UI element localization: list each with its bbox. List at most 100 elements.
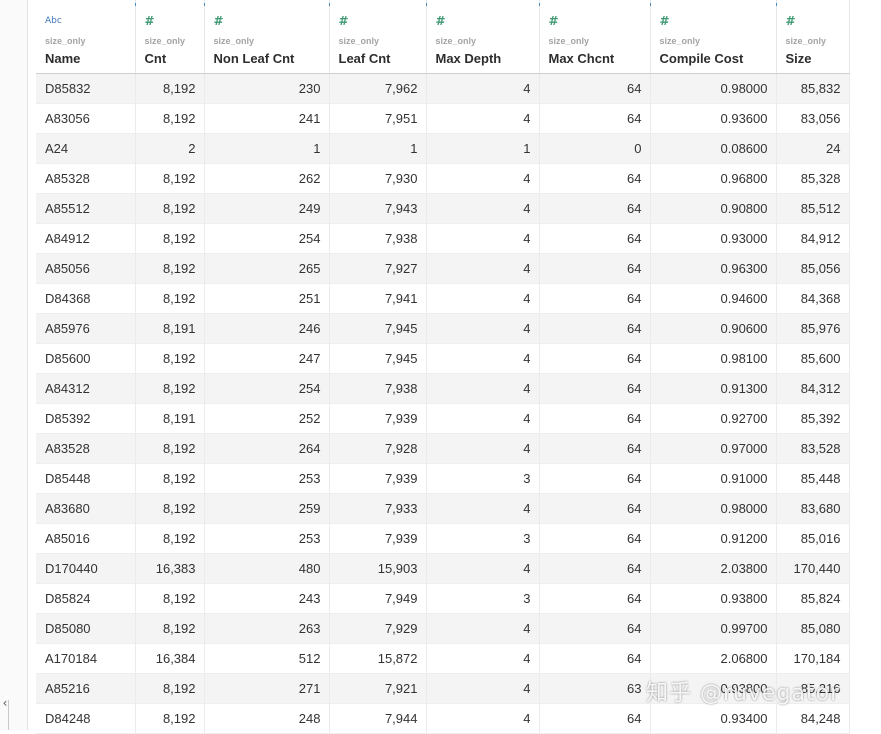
- cell-name[interactable]: D85080: [36, 613, 136, 644]
- cell-leaf-cnt[interactable]: 7,927: [329, 253, 427, 284]
- cell-max-depth[interactable]: 4: [426, 343, 540, 374]
- cell-compile-cost[interactable]: 0.91200: [650, 523, 777, 554]
- table-row[interactable]: A85016 8,192 253 7,939 3 64 0.91200 85,016: [36, 523, 850, 554]
- cell-name[interactable]: D85824: [36, 583, 136, 614]
- cell-max-depth[interactable]: 4: [426, 253, 540, 284]
- cell-compile-cost[interactable]: 0.91000: [650, 463, 777, 494]
- cell-max-depth[interactable]: 4: [426, 553, 540, 584]
- cell-non-leaf-cnt[interactable]: 1: [204, 133, 330, 164]
- cell-non-leaf-cnt[interactable]: 243: [204, 583, 330, 614]
- cell-max-chcnt[interactable]: 64: [539, 253, 651, 284]
- cell-max-depth[interactable]: 3: [426, 523, 540, 554]
- cell-max-chcnt[interactable]: 64: [539, 583, 651, 614]
- cell-compile-cost[interactable]: 0.92700: [650, 403, 777, 434]
- cell-cnt[interactable]: 8,192: [135, 613, 205, 644]
- column-header-max-chcnt[interactable]: # size_only Max Chcnt: [539, 0, 651, 74]
- cell-non-leaf-cnt[interactable]: 252: [204, 403, 330, 434]
- cell-size[interactable]: 85,600: [776, 343, 850, 374]
- cell-max-depth[interactable]: 4: [426, 223, 540, 254]
- cell-cnt[interactable]: 8,192: [135, 163, 205, 194]
- table-row[interactable]: D85448 8,192 253 7,939 3 64 0.91000 85,448: [36, 463, 850, 494]
- cell-leaf-cnt[interactable]: 7,921: [329, 673, 427, 704]
- table-row[interactable]: D85392 8,191 252 7,939 4 64 0.92700 85,392: [36, 403, 850, 434]
- cell-size[interactable]: 84,312: [776, 373, 850, 404]
- cell-compile-cost[interactable]: 0.97000: [650, 433, 777, 464]
- cell-non-leaf-cnt[interactable]: 248: [204, 703, 330, 734]
- cell-name[interactable]: A83528: [36, 433, 136, 464]
- column-header-max-depth[interactable]: # size_only Max Depth: [426, 0, 540, 74]
- cell-cnt[interactable]: 8,192: [135, 193, 205, 224]
- cell-leaf-cnt[interactable]: 7,939: [329, 403, 427, 434]
- cell-size[interactable]: 84,368: [776, 283, 850, 314]
- cell-size[interactable]: 85,392: [776, 403, 850, 434]
- cell-non-leaf-cnt[interactable]: 254: [204, 373, 330, 404]
- cell-non-leaf-cnt[interactable]: 259: [204, 493, 330, 524]
- cell-compile-cost[interactable]: 0.99700: [650, 613, 777, 644]
- cell-max-chcnt[interactable]: 64: [539, 163, 651, 194]
- cell-max-chcnt[interactable]: 64: [539, 283, 651, 314]
- cell-compile-cost[interactable]: 0.94600: [650, 283, 777, 314]
- table-row[interactable]: A85056 8,192 265 7,927 4 64 0.96300 85,056: [36, 253, 850, 284]
- cell-max-chcnt[interactable]: 63: [539, 673, 651, 704]
- cell-name[interactable]: A170184: [36, 643, 136, 674]
- cell-compile-cost[interactable]: 0.96800: [650, 163, 777, 194]
- table-row[interactable]: D85824 8,192 243 7,949 3 64 0.93800 85,824: [36, 583, 850, 614]
- column-header-cnt[interactable]: # size_only Cnt: [135, 0, 205, 74]
- cell-name[interactable]: D85392: [36, 403, 136, 434]
- cell-non-leaf-cnt[interactable]: 264: [204, 433, 330, 464]
- cell-leaf-cnt[interactable]: 7,929: [329, 613, 427, 644]
- cell-max-chcnt[interactable]: 64: [539, 103, 651, 134]
- cell-max-chcnt[interactable]: 64: [539, 703, 651, 734]
- cell-max-chcnt[interactable]: 64: [539, 553, 651, 584]
- cell-name[interactable]: A85512: [36, 193, 136, 224]
- column-header-non-leaf-cnt[interactable]: # size_only Non Leaf Cnt: [204, 0, 330, 74]
- cell-non-leaf-cnt[interactable]: 480: [204, 553, 330, 584]
- cell-compile-cost[interactable]: 0.91300: [650, 373, 777, 404]
- cell-cnt[interactable]: 2: [135, 133, 205, 164]
- cell-max-depth[interactable]: 4: [426, 403, 540, 434]
- cell-cnt[interactable]: 8,192: [135, 523, 205, 554]
- table-row[interactable]: D84368 8,192 251 7,941 4 64 0.94600 84,368: [36, 283, 850, 314]
- cell-size[interactable]: 85,824: [776, 583, 850, 614]
- cell-size[interactable]: 85,448: [776, 463, 850, 494]
- column-header-leaf-cnt[interactable]: # size_only Leaf Cnt: [329, 0, 427, 74]
- cell-leaf-cnt[interactable]: 1: [329, 133, 427, 164]
- cell-name[interactable]: D85832: [36, 73, 136, 104]
- cell-non-leaf-cnt[interactable]: 241: [204, 103, 330, 134]
- cell-name[interactable]: A84912: [36, 223, 136, 254]
- cell-name[interactable]: A85056: [36, 253, 136, 284]
- column-header-compile-cost[interactable]: # size_only Compile Cost: [650, 0, 777, 74]
- cell-cnt[interactable]: 8,191: [135, 403, 205, 434]
- cell-compile-cost[interactable]: 0.98000: [650, 73, 777, 104]
- cell-max-chcnt[interactable]: 64: [539, 643, 651, 674]
- cell-max-chcnt[interactable]: 64: [539, 523, 651, 554]
- cell-non-leaf-cnt[interactable]: 249: [204, 193, 330, 224]
- cell-leaf-cnt[interactable]: 7,943: [329, 193, 427, 224]
- cell-non-leaf-cnt[interactable]: 251: [204, 283, 330, 314]
- cell-leaf-cnt[interactable]: 7,962: [329, 73, 427, 104]
- cell-max-chcnt[interactable]: 64: [539, 223, 651, 254]
- cell-max-depth[interactable]: 4: [426, 193, 540, 224]
- cell-cnt[interactable]: 8,192: [135, 253, 205, 284]
- cell-max-depth[interactable]: 1: [426, 133, 540, 164]
- cell-max-depth[interactable]: 4: [426, 103, 540, 134]
- table-row[interactable]: D85600 8,192 247 7,945 4 64 0.98100 85,600: [36, 343, 850, 374]
- cell-cnt[interactable]: 8,192: [135, 283, 205, 314]
- cell-cnt[interactable]: 8,192: [135, 103, 205, 134]
- cell-compile-cost[interactable]: 0.96300: [650, 253, 777, 284]
- cell-name[interactable]: D170440: [36, 553, 136, 584]
- cell-cnt[interactable]: 8,192: [135, 493, 205, 524]
- cell-compile-cost[interactable]: 2.03800: [650, 553, 777, 584]
- table-row[interactable]: A84912 8,192 254 7,938 4 64 0.93000 84,912: [36, 223, 850, 254]
- column-header-name[interactable]: Abc size_only Name: [36, 0, 136, 74]
- table-row[interactable]: A83680 8,192 259 7,933 4 64 0.98000 83,680: [36, 493, 850, 524]
- cell-cnt[interactable]: 8,192: [135, 343, 205, 374]
- cell-size[interactable]: 85,080: [776, 613, 850, 644]
- cell-non-leaf-cnt[interactable]: 262: [204, 163, 330, 194]
- table-row[interactable]: A24 2 1 1 1 0 0.08600 24: [36, 133, 850, 164]
- cell-size[interactable]: 85,016: [776, 523, 850, 554]
- table-row[interactable]: A85976 8,191 246 7,945 4 64 0.90600 85,976: [36, 313, 850, 344]
- table-row[interactable]: D170440 16,383 480 15,903 4 64 2.03800 170,440: [36, 553, 850, 584]
- cell-size[interactable]: 83,056: [776, 103, 850, 134]
- cell-non-leaf-cnt[interactable]: 247: [204, 343, 330, 374]
